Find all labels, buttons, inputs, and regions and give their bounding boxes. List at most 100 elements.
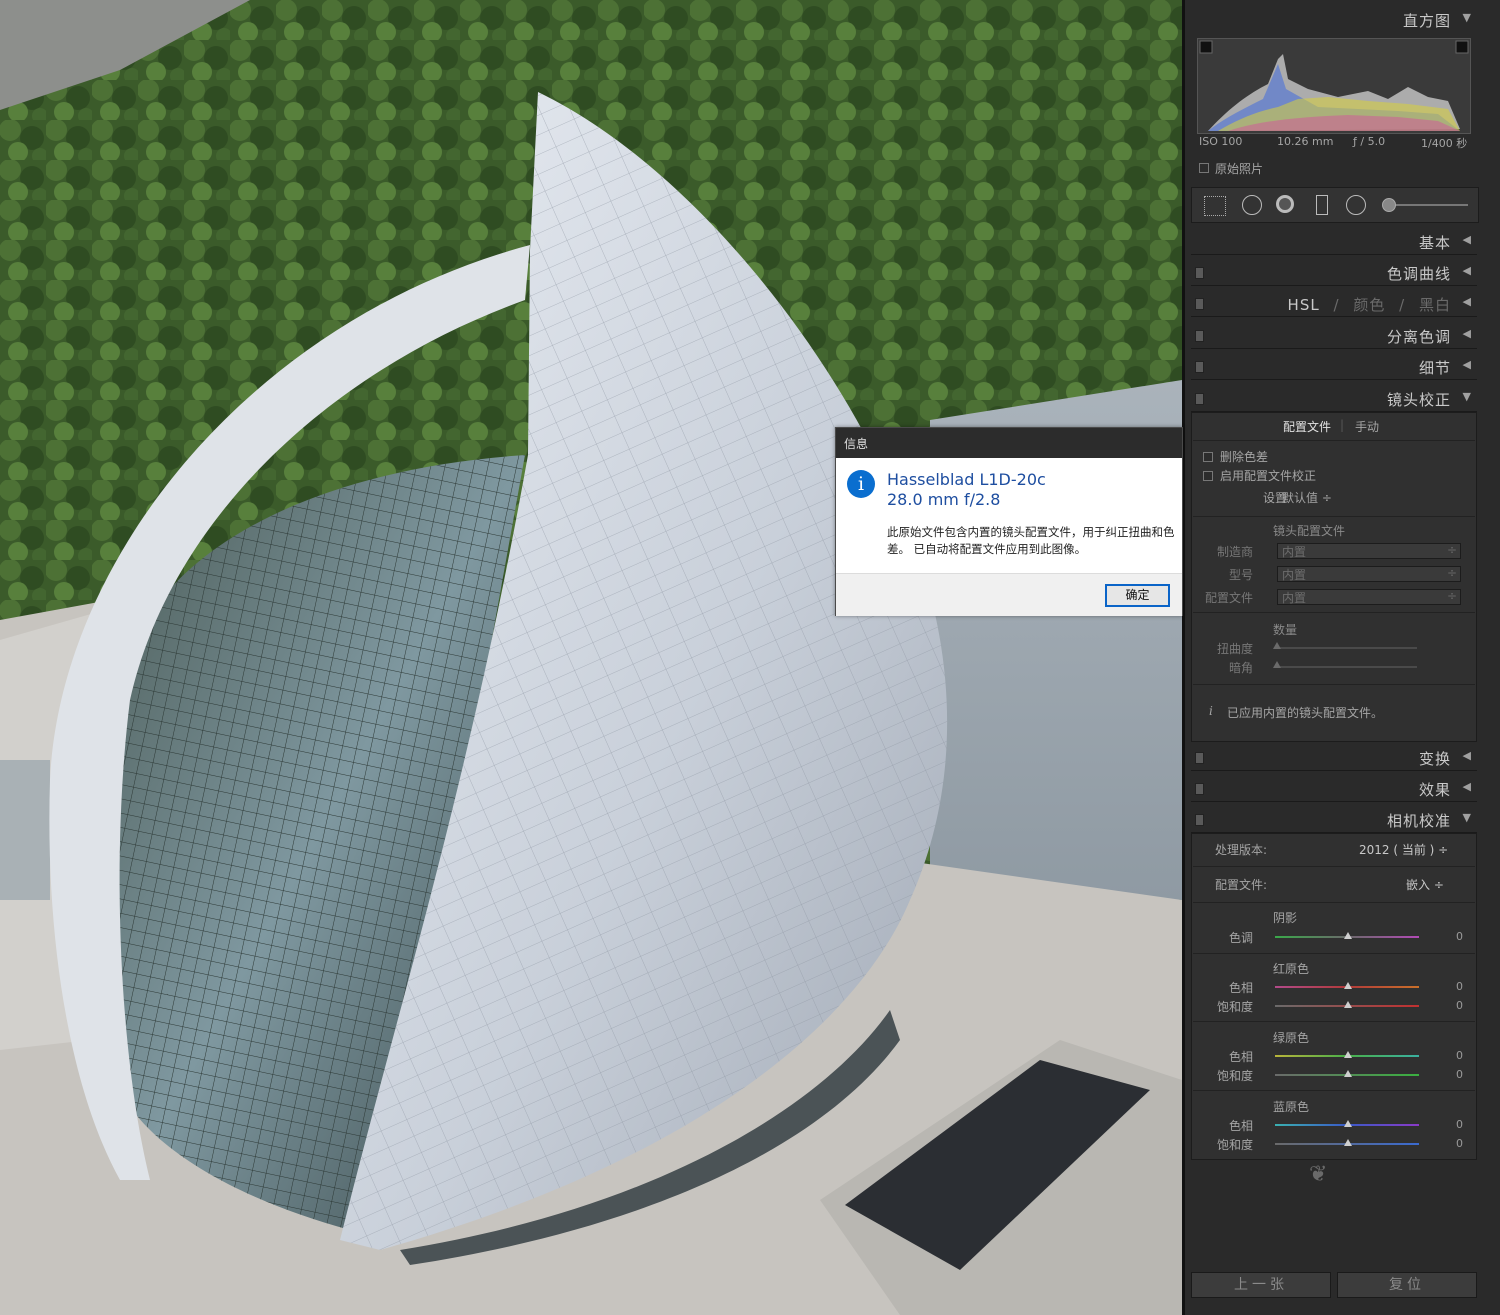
setup-dropdown[interactable]: 默认值 ÷ <box>1282 489 1332 506</box>
red-hue-label: 色相 <box>1228 981 1253 995</box>
tab-bw[interactable]: 黑白 <box>1419 296 1451 314</box>
section-hsl[interactable]: HSL / 颜色 / 黑白 ◀ <box>1191 290 1477 317</box>
profile-label: 配置文件 <box>1204 591 1253 605</box>
red-sat-value[interactable]: 0 <box>1456 999 1463 1012</box>
collapse-triangle-icon[interactable]: ▼ <box>1463 11 1471 24</box>
green-hue-handle[interactable] <box>1344 1051 1352 1058</box>
dialog-title-bar[interactable]: 信息 <box>836 428 1182 458</box>
ok-button[interactable]: 确定 <box>1105 584 1170 607</box>
redeye-icon[interactable] <box>1276 195 1294 213</box>
lens-info-text: 已应用内置的镜头配置文件。 <box>1227 706 1384 720</box>
collapse-triangle-icon[interactable]: ▼ <box>1463 811 1471 824</box>
expand-triangle-icon[interactable]: ◀ <box>1463 780 1471 793</box>
red-hue-handle[interactable] <box>1344 982 1352 989</box>
section-toggle-switch[interactable] <box>1195 752 1204 764</box>
expand-triangle-icon[interactable]: ◀ <box>1463 264 1471 277</box>
panel-end-ornament-icon: ❦ <box>1309 1162 1328 1187</box>
tab-profile[interactable]: 配置文件 <box>1283 418 1331 435</box>
vignetting-slider[interactable] <box>1277 666 1417 668</box>
brush-icon[interactable] <box>1382 198 1396 212</box>
section-basic[interactable]: 基本 ◀ <box>1191 228 1477 255</box>
section-split-toning-title: 分离色调 <box>1386 328 1451 346</box>
section-tone-curve[interactable]: 色调曲线 ◀ <box>1191 259 1477 286</box>
section-toggle-switch[interactable] <box>1195 298 1204 310</box>
distortion-slider-handle[interactable] <box>1273 642 1281 649</box>
make-select[interactable]: 内置 ÷ <box>1277 543 1461 559</box>
graduated-filter-icon[interactable] <box>1316 195 1328 215</box>
model-select[interactable]: 内置 ÷ <box>1277 566 1461 582</box>
red-hue-value[interactable]: 0 <box>1456 980 1463 993</box>
photo-preview[interactable] <box>0 0 1182 1315</box>
blue-hue-value[interactable]: 0 <box>1456 1118 1463 1131</box>
remove-ca-checkbox[interactable] <box>1203 452 1213 462</box>
expand-triangle-icon[interactable]: ◀ <box>1463 327 1471 340</box>
blue-sat-value[interactable]: 0 <box>1456 1137 1463 1150</box>
previous-button[interactable]: 上一张 <box>1191 1272 1331 1298</box>
reset-button[interactable]: 复位 <box>1337 1272 1477 1298</box>
red-sat-handle[interactable] <box>1344 1001 1352 1008</box>
aperture-readout: ƒ / 5.0 <box>1353 135 1386 148</box>
green-sat-value[interactable]: 0 <box>1456 1068 1463 1081</box>
expand-triangle-icon[interactable]: ◀ <box>1463 295 1471 308</box>
calibration-profile-dropdown[interactable]: 嵌入 ÷ <box>1406 876 1444 893</box>
distortion-slider[interactable] <box>1277 647 1417 649</box>
radial-filter-icon[interactable] <box>1346 195 1366 215</box>
section-split-toning[interactable]: 分离色调 ◀ <box>1191 322 1477 349</box>
section-transform-title: 变换 <box>1418 750 1451 768</box>
blue-sat-handle[interactable] <box>1344 1139 1352 1146</box>
section-toggle-switch[interactable] <box>1195 814 1204 826</box>
process-version-dropdown[interactable]: 2012 ( 当前 ) ÷ <box>1359 841 1448 858</box>
process-version-label: 处理版本: <box>1215 843 1268 857</box>
original-photo-checkbox[interactable] <box>1199 163 1209 173</box>
green-hue-label: 色相 <box>1228 1050 1253 1064</box>
tab-manual[interactable]: 手动 <box>1355 418 1379 435</box>
section-toggle-switch[interactable] <box>1195 783 1204 795</box>
tab-hsl[interactable]: HSL <box>1288 296 1320 314</box>
spot-removal-icon[interactable] <box>1242 195 1262 215</box>
vignetting-label: 暗角 <box>1228 661 1253 675</box>
tab-separator: / <box>1399 296 1406 314</box>
section-lens-corrections[interactable]: 镜头校正 ▼ <box>1191 385 1477 412</box>
expand-triangle-icon[interactable]: ◀ <box>1463 233 1471 246</box>
histogram-graph[interactable] <box>1197 38 1471 134</box>
profile-select[interactable]: 内置 ÷ <box>1277 589 1461 605</box>
section-transform[interactable]: 变换 ◀ <box>1191 744 1477 771</box>
vignetting-slider-handle[interactable] <box>1273 661 1281 668</box>
dialog-footer: 确定 <box>836 573 1182 616</box>
tab-color[interactable]: 颜色 <box>1353 296 1385 314</box>
shadows-title: 阴影 <box>1273 911 1298 925</box>
section-detail[interactable]: 细节 ◀ <box>1191 353 1477 380</box>
divider <box>1193 1090 1475 1091</box>
dialog-camera-name: Hasselblad L1D-20c <box>887 470 1046 489</box>
section-toggle-switch[interactable] <box>1195 330 1204 342</box>
section-camera-calibration[interactable]: 相机校准 ▼ <box>1191 806 1477 833</box>
expand-triangle-icon[interactable]: ◀ <box>1463 749 1471 762</box>
blue-hue-handle[interactable] <box>1344 1120 1352 1127</box>
section-toggle-switch[interactable] <box>1195 361 1204 373</box>
make-value: 内置 <box>1282 545 1307 559</box>
blue-sat-label: 饱和度 <box>1216 1138 1253 1152</box>
dialog-message: 此原始文件包含内置的镜头配置文件，用于纠正扭曲和色差。 已自动将配置文件应用到此… <box>887 525 1175 556</box>
section-toggle-switch[interactable] <box>1195 267 1204 279</box>
divider <box>1193 902 1475 903</box>
shadow-tint-handle[interactable] <box>1344 932 1352 939</box>
brush-size-slider[interactable] <box>1388 204 1468 206</box>
select-arrow-icon: ÷ <box>1446 543 1457 557</box>
shadow-tint-value[interactable]: 0 <box>1456 930 1463 943</box>
section-tone-curve-title: 色调曲线 <box>1386 265 1451 283</box>
collapse-triangle-icon[interactable]: ▼ <box>1463 390 1471 403</box>
section-toggle-switch[interactable] <box>1195 393 1204 405</box>
histogram-header[interactable]: 直方图 ▼ <box>1191 6 1477 32</box>
shutter-readout: 1/400 秒 <box>1421 137 1468 150</box>
green-hue-value[interactable]: 0 <box>1456 1049 1463 1062</box>
section-effects[interactable]: 效果 ◀ <box>1191 775 1477 802</box>
expand-triangle-icon[interactable]: ◀ <box>1463 358 1471 371</box>
enable-profile-checkbox[interactable] <box>1203 471 1213 481</box>
divider <box>1193 953 1475 954</box>
green-sat-handle[interactable] <box>1344 1070 1352 1077</box>
section-effects-title: 效果 <box>1418 781 1451 799</box>
section-detail-title: 细节 <box>1418 359 1451 377</box>
crop-tool-icon[interactable] <box>1204 196 1226 216</box>
dialog-lens-spec: 28.0 mm f/2.8 <box>887 490 1001 509</box>
tool-strip <box>1191 187 1479 223</box>
